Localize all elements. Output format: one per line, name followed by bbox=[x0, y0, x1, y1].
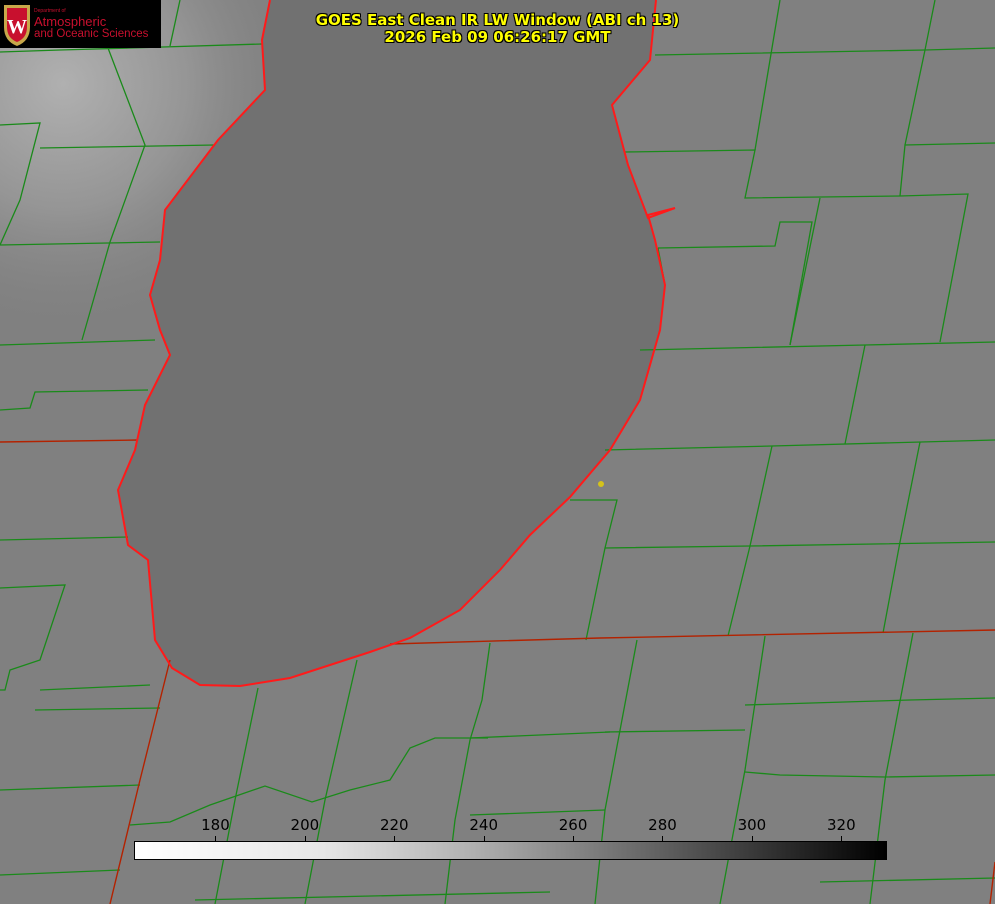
colorbar-tick-label: 280 bbox=[648, 816, 677, 834]
colorbar-tick-label: 220 bbox=[379, 816, 409, 834]
location-marker bbox=[598, 481, 604, 487]
colorbar-tick-label: 240 bbox=[469, 816, 498, 834]
satellite-image-view: W Department of Atmospheric and Oceanic … bbox=[0, 0, 995, 904]
colorbar-tick-label: 320 bbox=[826, 816, 856, 834]
colorbar bbox=[134, 841, 887, 860]
title-product: GOES East Clean IR LW Window (ABI ch 13) bbox=[315, 11, 680, 29]
colorbar-tick-label: 260 bbox=[558, 816, 588, 834]
title-timestamp: 2026 Feb 09 06:26:17 GMT bbox=[384, 28, 611, 46]
map-canvas bbox=[0, 0, 995, 904]
colorbar-tick-label: 180 bbox=[201, 816, 230, 834]
image-title: GOES East Clean IR LW Window (ABI ch 13)… bbox=[0, 12, 995, 46]
colorbar-tick-label: 300 bbox=[737, 816, 767, 834]
colorbar-tick-label: 200 bbox=[290, 816, 320, 834]
